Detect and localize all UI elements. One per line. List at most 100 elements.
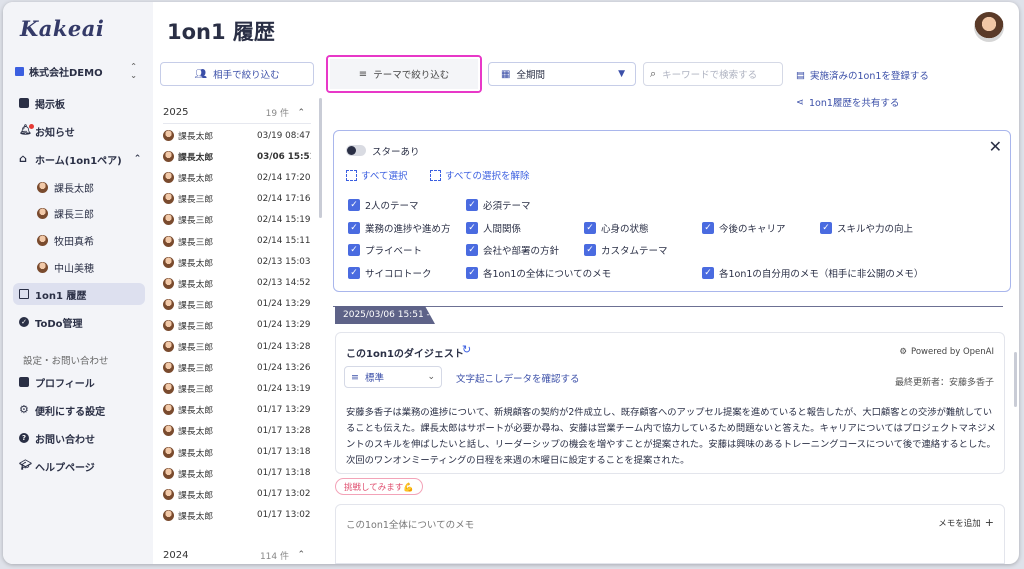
- deselect-all-button[interactable]: すべての選択を解除: [430, 168, 529, 182]
- challenge-chip[interactable]: 挑戦してみます💪: [335, 478, 423, 495]
- star-toggle[interactable]: [346, 145, 366, 156]
- app-logo[interactable]: Kakeai: [20, 16, 104, 41]
- partner-name: 課長太郎: [178, 153, 214, 164]
- gear-icon: ⚙: [19, 403, 29, 416]
- sidebar-item-notifications[interactable]: 🔔︎ お知らせ: [13, 120, 145, 142]
- filter-partner-button[interactable]: 👥︎ 相手で絞り込む: [160, 62, 314, 86]
- avatar: [163, 298, 174, 310]
- company-switcher[interactable]: 株式会社DEMO ⌃ ⌄: [15, 62, 143, 80]
- home-icon: ⌂: [19, 152, 27, 165]
- register-label: 実施済みの1on1を登録する: [809, 71, 929, 82]
- theme-checkbox[interactable]: ✓ カスタムテーマ: [584, 243, 668, 257]
- partner-name: 課長太郎: [178, 490, 214, 501]
- history-row[interactable]: 課長三郎 01/24 13:29 -: [163, 315, 311, 336]
- history-row[interactable]: 課長三郎 01/24 13:29 -: [163, 294, 311, 315]
- sidebar-item-history[interactable]: 1on1 履歴: [13, 283, 145, 305]
- transcript-link[interactable]: 文字起こしデータを確認する: [456, 371, 580, 385]
- theme-checkbox[interactable]: ✓ サイコロトーク: [348, 266, 432, 280]
- user-avatar[interactable]: [974, 12, 1004, 42]
- sidebar-item-pair[interactable]: 牧田真希: [13, 229, 145, 251]
- theme-checkbox[interactable]: ✓ 今後のキャリア: [702, 221, 786, 235]
- year-header-2025[interactable]: 2025 19 件 ⌃: [163, 102, 311, 124]
- sidebar-item-pair[interactable]: 中山美穂: [13, 256, 145, 278]
- history-row[interactable]: 課長太郎 02/13 15:03 -: [163, 252, 311, 273]
- sidebar-item-board[interactable]: 掲示板: [13, 92, 145, 114]
- digest-style-select[interactable]: ≡ 標準 ⌄: [344, 366, 442, 388]
- close-icon[interactable]: ✕: [989, 137, 1002, 156]
- avatar: [163, 319, 174, 331]
- list-scrollbar[interactable]: [319, 98, 322, 218]
- history-row[interactable]: 課長太郎 02/13 14:52 -: [163, 273, 311, 294]
- session-datetime: 01/17 13:28 -: [257, 425, 311, 436]
- history-row[interactable]: 課長太郎 02/14 17:20 -: [163, 167, 311, 188]
- year-label: 2024: [163, 549, 189, 561]
- history-row[interactable]: 課長太郎 01/17 13:02 -: [163, 505, 311, 526]
- history-row[interactable]: 課長太郎 01/17 13:02 -: [163, 484, 311, 505]
- theme-checkbox[interactable]: ✓ スキルや力の向上: [820, 221, 913, 235]
- theme-checkbox[interactable]: ✓ 人間関係: [466, 221, 521, 235]
- chevron-up-icon: ⌃: [133, 154, 142, 164]
- check-circle-icon: ✓: [19, 317, 29, 327]
- theme-checkbox[interactable]: ✓ 会社や部署の方針: [466, 243, 559, 257]
- sidebar-item-contact[interactable]: ? お問い合わせ: [13, 427, 145, 449]
- sidebar-item-home[interactable]: ⌂ ホーム(1on1ペア) ⌃: [13, 148, 145, 170]
- history-row[interactable]: 課長太郎 01/17 13:28 -: [163, 420, 311, 441]
- history-row[interactable]: 課長太郎 01/17 13:18 -: [163, 463, 311, 484]
- sidebar-item-todo[interactable]: ✓ ToDo管理: [13, 311, 145, 333]
- sidebar-item-help[interactable]: 🎓︎ ヘルプページ: [13, 455, 145, 477]
- sidebar-item-pair[interactable]: 課長太郎: [13, 176, 145, 198]
- history-row[interactable]: 課長三郎 01/24 13:26 -: [163, 357, 311, 378]
- avatar: [163, 214, 174, 226]
- avatar: [37, 234, 48, 246]
- star-toggle-label: スターあり: [372, 147, 420, 158]
- add-memo-button[interactable]: メモを追加 +: [938, 516, 994, 529]
- history-row[interactable]: 課長三郎 02/14 17:16 -: [163, 188, 311, 209]
- share-icon: ⋖: [796, 96, 804, 108]
- theme-checkbox[interactable]: ✓ 各1on1の全体についてのメモ: [466, 266, 611, 280]
- profile-icon: [19, 377, 29, 387]
- year-count: 19 件: [265, 109, 289, 119]
- sidebar-item-profile[interactable]: プロフィール: [13, 371, 145, 393]
- theme-checkbox[interactable]: ✓ 業務の進捗や進め方: [348, 221, 451, 235]
- theme-checkbox[interactable]: ✓ 各1on1の自分用のメモ（相手に非公開のメモ）: [702, 266, 923, 280]
- sidebar-item-preferences[interactable]: ⚙ 便利にする設定: [13, 399, 145, 421]
- share-history-link[interactable]: ⋖ 1on1履歴を共有する: [796, 95, 899, 110]
- avatar: [37, 261, 48, 273]
- partner-name: 課長三郎: [178, 385, 214, 396]
- year-header-2024[interactable]: 2024 114 件 ⌃: [163, 544, 311, 564]
- select-all-label: すべて選択: [361, 171, 408, 182]
- checkbox-checked-icon: ✓: [820, 222, 832, 234]
- history-row[interactable]: 課長太郎 01/17 13:18 -: [163, 442, 311, 463]
- filter-theme-button[interactable]: ≡ テーマで絞り込む: [326, 55, 482, 93]
- theme-label: 心身の状態: [601, 224, 649, 235]
- theme-checkbox[interactable]: ✓ 心身の状態: [584, 221, 649, 235]
- sidebar-item-label: お問い合わせ: [35, 434, 95, 446]
- theme-checkbox[interactable]: ✓ プライベート: [348, 243, 422, 257]
- register-1on1-link[interactable]: ▤ 実施済みの1on1を登録する: [796, 68, 929, 83]
- partner-name: 課長太郎: [178, 174, 214, 185]
- search-input[interactable]: ⌕ キーワードで検索する: [643, 62, 783, 86]
- history-row[interactable]: 課長三郎 02/14 15:11 -: [163, 231, 311, 252]
- period-select[interactable]: ▦ 全期間 ▼: [488, 62, 636, 86]
- avatar: [163, 362, 174, 374]
- page-title: 1on1 履歴: [167, 20, 275, 44]
- history-row[interactable]: 課長太郎 03/06 15:51 -: [163, 146, 311, 167]
- session-datetime: 02/14 15:19 -: [257, 214, 311, 225]
- history-row[interactable]: 課長三郎 01/24 13:19 -: [163, 378, 311, 399]
- main-scrollbar[interactable]: [1014, 352, 1017, 407]
- sidebar-item-label: 課長太郎: [54, 183, 94, 195]
- style-value: 標準: [364, 373, 384, 384]
- partner-name: 課長三郎: [178, 343, 214, 353]
- theme-checkbox[interactable]: ✓ 2人のテーマ: [348, 198, 419, 212]
- sidebar-item-pair[interactable]: 課長三郎: [13, 202, 145, 224]
- select-all-button[interactable]: すべて選択: [346, 168, 407, 182]
- partner-name: 課長太郎: [178, 258, 214, 269]
- history-row[interactable]: 課長三郎 02/14 15:19 -: [163, 209, 311, 230]
- partner-name: 課長太郎: [178, 279, 214, 290]
- sidebar-item-label: 掲示板: [35, 99, 65, 111]
- history-row[interactable]: 課長太郎 01/17 13:29 -: [163, 399, 311, 420]
- history-row[interactable]: 課長三郎 01/24 13:28 -: [163, 336, 311, 357]
- theme-checkbox[interactable]: ✓ 必須テーマ: [466, 198, 531, 212]
- refresh-icon[interactable]: ↻: [462, 343, 471, 356]
- history-row[interactable]: 課長太郎 03/19 08:47 -: [163, 125, 311, 146]
